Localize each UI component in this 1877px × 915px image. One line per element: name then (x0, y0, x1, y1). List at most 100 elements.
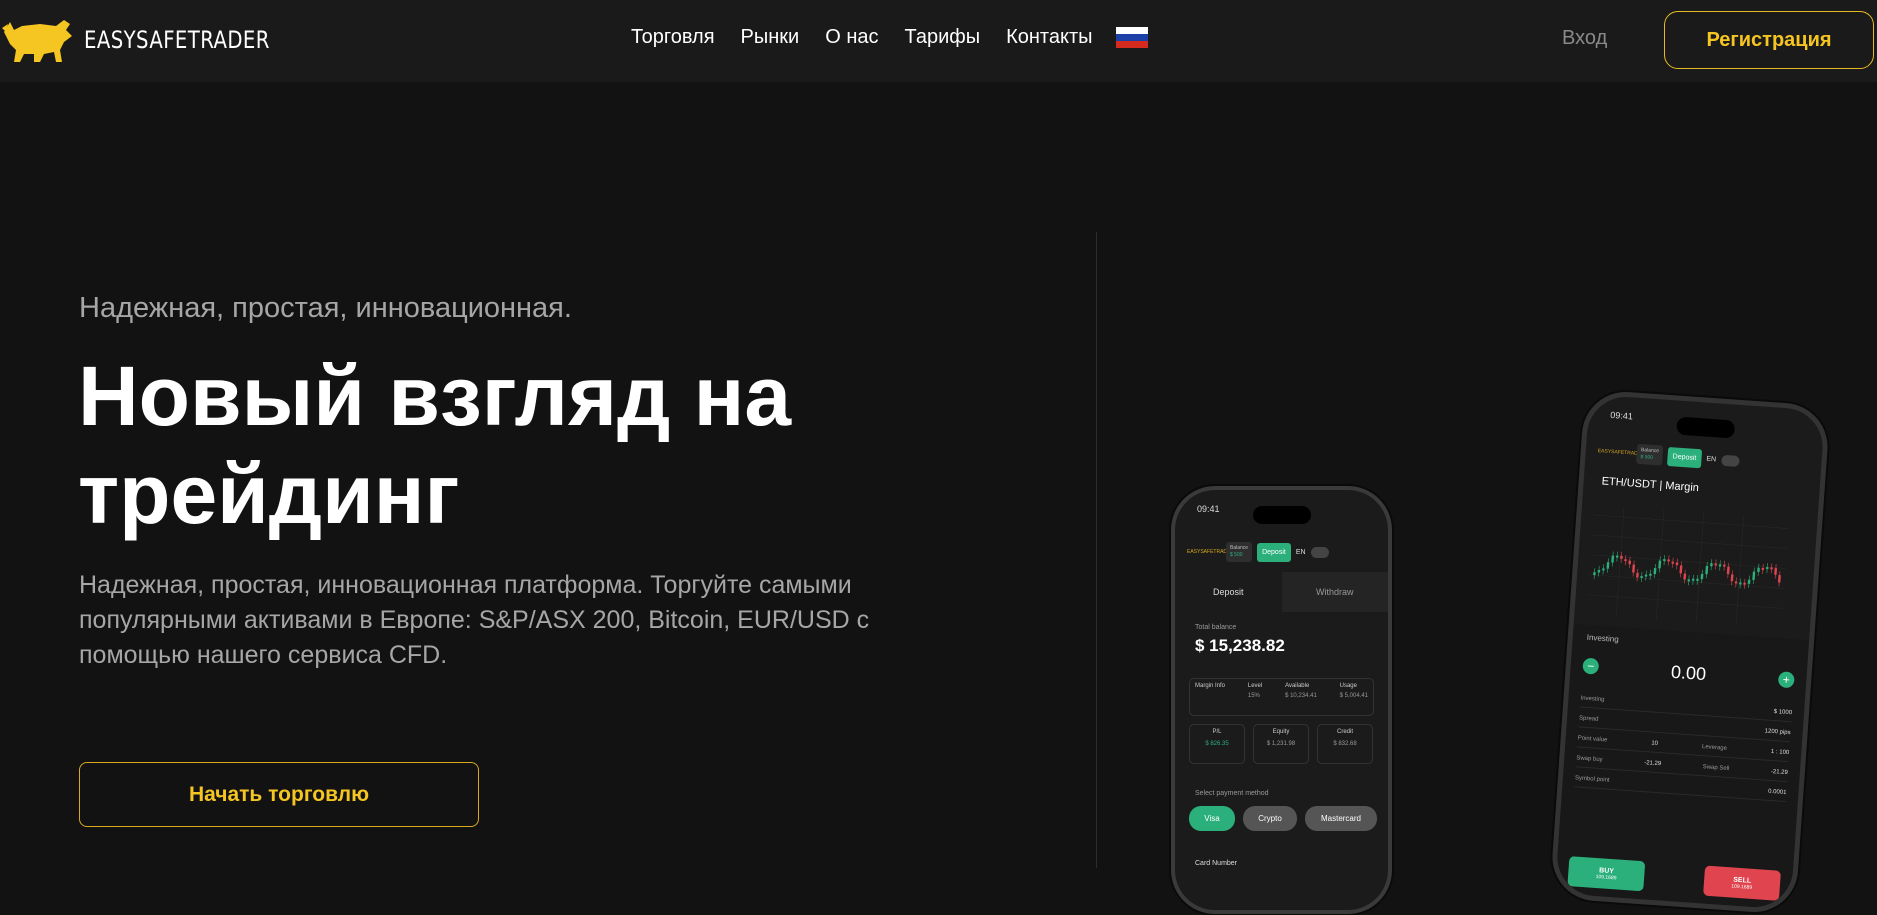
total-balance-value: $ 15,238.82 (1195, 636, 1285, 655)
mini-brand-logo: EASYSAFETRADER (1187, 549, 1234, 555)
nav-item-markets[interactable]: Рынки (741, 26, 800, 49)
candle (1757, 567, 1760, 572)
minus-icon: − (1582, 657, 1600, 675)
candle (1730, 574, 1734, 582)
theme-toggle-icon (1720, 454, 1740, 467)
candle (1671, 561, 1675, 564)
candle (1636, 572, 1639, 578)
russia-flag-icon[interactable] (1116, 26, 1149, 49)
candle (1597, 569, 1601, 573)
candle (1691, 578, 1695, 581)
candle (1675, 562, 1679, 566)
candle (1602, 568, 1605, 571)
candle (1723, 564, 1726, 567)
candle (1696, 578, 1699, 581)
candle (1667, 559, 1670, 562)
candle (1653, 567, 1657, 575)
phone-mockup-wallet: 09:41 EASYSAFETRADER Balance $ 500 Depos… (1171, 486, 1392, 914)
investing-panel: Investing − 0.00 + Investing $ 1000 Sprea… (1554, 623, 1810, 910)
phone-notch (1252, 506, 1311, 524)
candle (1628, 560, 1632, 565)
phone-tabs: Deposit Withdraw (1175, 572, 1388, 612)
buy-button: BUY 109.1689 (1567, 856, 1646, 892)
phone-lang: EN (1706, 455, 1717, 463)
phone-balance: Balance $ 500 (1635, 443, 1664, 466)
total-balance-label: Total balance (1195, 624, 1237, 631)
candle (1640, 575, 1643, 579)
pl-card: P/L $ 826.35 (1189, 724, 1245, 764)
candle (1726, 566, 1730, 575)
candle (1777, 575, 1781, 583)
nav-item-about[interactable]: О нас (825, 26, 878, 49)
candle (1718, 564, 1722, 567)
payment-method-label: Select payment method (1195, 790, 1269, 797)
sell-button: SELL 109.1689 (1703, 865, 1781, 901)
phone-tab-deposit: Deposit (1212, 587, 1244, 597)
nav-item-pricing[interactable]: Тарифы (905, 26, 981, 49)
phone-lang: EN (1295, 548, 1306, 556)
phone-topbar: EASYSAFETRADER Balance $ 500 Deposit EN (1597, 439, 1810, 478)
candle (1649, 573, 1652, 576)
plus-icon: + (1777, 671, 1795, 689)
phone-time: 09:41 (1609, 409, 1634, 422)
candle (1761, 567, 1765, 571)
candle (1620, 555, 1623, 559)
site-header: EASYSAFETRADER Торговля Рынки О нас Тари… (0, 0, 1877, 82)
candle (1679, 565, 1683, 574)
card-number-label: Card Number (1195, 860, 1238, 867)
candle (1700, 573, 1704, 580)
candle (1774, 567, 1778, 575)
nav-item-contacts[interactable]: Контакты (1006, 26, 1092, 49)
candle (1743, 582, 1746, 585)
pay-crypto: Crypto (1243, 806, 1297, 831)
vertical-divider (1096, 232, 1097, 868)
amount-stepper: − 0.00 + (1582, 653, 1795, 694)
phone-deposit-button: Deposit (1667, 446, 1703, 468)
theme-toggle-icon (1310, 546, 1329, 558)
bull-icon (2, 20, 72, 62)
candle (1714, 563, 1718, 566)
brand-name: EASYSAFETRADER (84, 26, 270, 54)
pay-visa: Visa (1189, 806, 1235, 831)
phone-notch (1676, 416, 1736, 439)
register-button[interactable]: Регистрация (1664, 11, 1874, 69)
equity-card: Equity $ 1,231.98 (1253, 724, 1309, 764)
hero-description: Надежная, простая, инновационная платфор… (79, 571, 870, 669)
phone-time: 09:41 (1197, 504, 1220, 514)
brand-logo[interactable]: EASYSAFETRADER (0, 14, 311, 66)
candle (1752, 571, 1756, 581)
candle (1734, 581, 1738, 584)
login-link[interactable]: Вход (1562, 27, 1607, 50)
hero-headline: Новый взгляд на трейдинг (78, 349, 792, 541)
investing-label: Investing (1586, 632, 1620, 644)
candle (1663, 559, 1666, 562)
mini-brand-logo: EASYSAFETRADER (1597, 448, 1645, 458)
candle (1739, 582, 1742, 585)
candle (1624, 559, 1627, 562)
phone-mockup-trading: 09:41 EASYSAFETRADER Balance $ 500 Depos… (1549, 389, 1831, 915)
candle (1593, 572, 1596, 576)
candle (1705, 565, 1709, 575)
credit-card: Credit $ 832.68 (1317, 724, 1373, 764)
amount-value: 0.00 (1670, 661, 1707, 684)
candle (1644, 574, 1648, 577)
pay-mastercard: Mastercard (1305, 806, 1377, 831)
start-trading-button[interactable]: Начать торговлю (79, 762, 479, 827)
candle (1770, 567, 1773, 570)
phone-topbar: EASYSAFETRADER Balance $ 500 Deposit EN (1187, 540, 1376, 564)
margin-info-panel: Margin Info Level 15% Available $ 10,234.4… (1189, 678, 1374, 716)
phone-balance: Balance $ 500 (1226, 542, 1253, 562)
candle (1606, 562, 1610, 569)
candle (1615, 555, 1619, 558)
candle (1765, 567, 1769, 570)
phone-tab-withdraw: Withdraw (1281, 572, 1388, 612)
nav-item-trading[interactable]: Торговля (631, 26, 715, 49)
candlestick-chart (1587, 507, 1789, 626)
candle (1747, 579, 1751, 584)
candle (1658, 560, 1662, 569)
candle (1710, 563, 1713, 567)
candle (1632, 564, 1636, 573)
candle (1611, 555, 1615, 563)
hero-tagline: Надежная, простая, инновационная. (79, 292, 572, 324)
phone-deposit-button: Deposit (1257, 542, 1291, 562)
